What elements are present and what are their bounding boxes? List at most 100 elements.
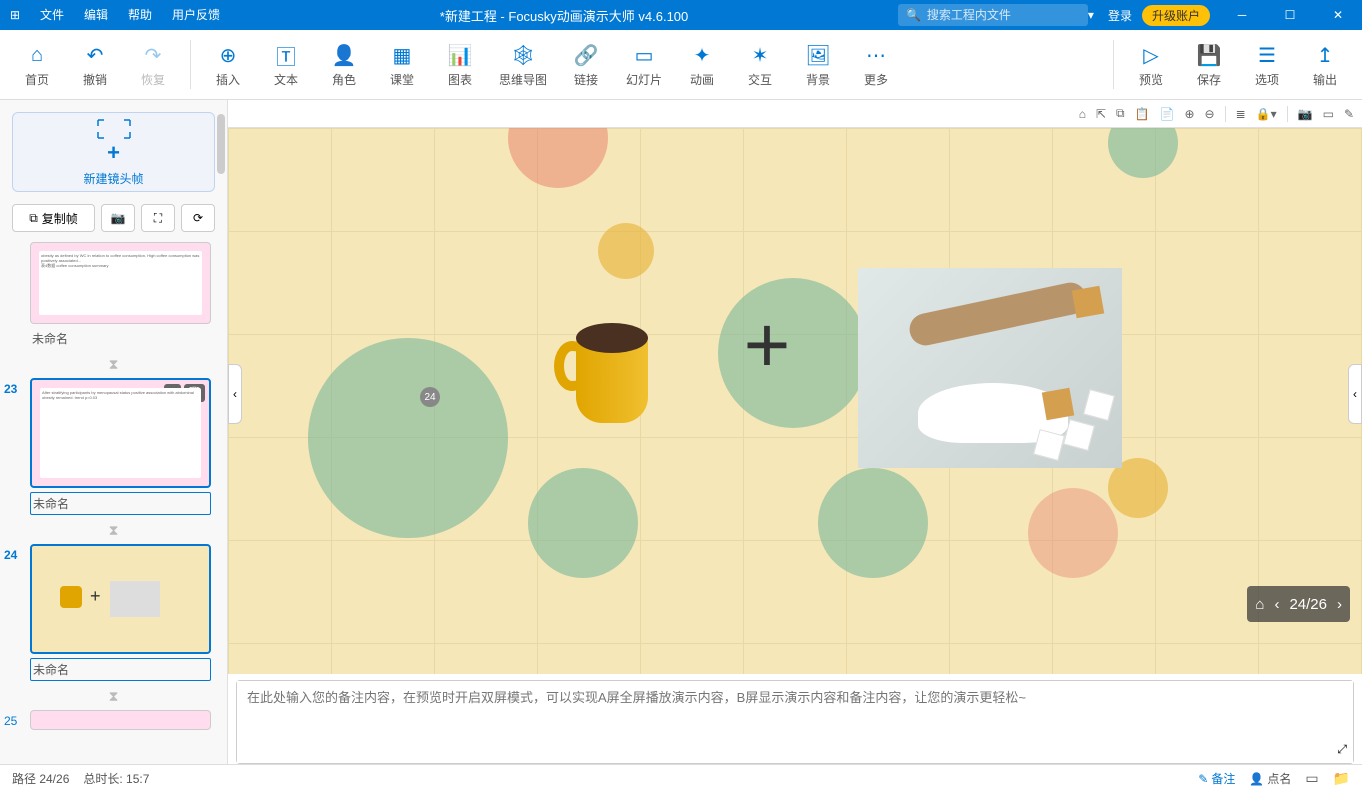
copy-frame-button[interactable]: ⧉复制帧	[12, 204, 95, 232]
tb-edit-icon[interactable]: ✎	[1344, 107, 1354, 121]
menu-help[interactable]: 帮助	[118, 0, 162, 30]
tb-home-icon[interactable]: ⌂	[1079, 107, 1086, 121]
new-frame-button[interactable]: + 新建镜头帧	[12, 112, 215, 192]
notes-input[interactable]	[237, 681, 1353, 763]
status-screen-icon[interactable]: ▭	[1305, 770, 1318, 787]
expand-icon[interactable]: ⤢	[1337, 742, 1347, 757]
upgrade-button[interactable]: 升级账户	[1142, 5, 1210, 26]
insert-icon: ⊕	[220, 41, 237, 69]
bg-icon: 🖼	[805, 41, 830, 69]
plus-icon: +	[107, 140, 120, 166]
home-button[interactable]: ⌂首页	[8, 37, 66, 92]
collapse-left-handle[interactable]: ‹	[228, 364, 242, 424]
status-duration: 总时长: 15:7	[83, 770, 149, 787]
sugar-image[interactable]	[858, 268, 1122, 468]
slide-thumb-24[interactable]: +	[30, 544, 211, 654]
nav-capsule: ⌂ ‹ 24/26 ›	[1247, 586, 1350, 622]
classroom-icon: ▦	[393, 41, 412, 69]
camera-button[interactable]: 📷	[101, 204, 135, 232]
person-icon: 👤	[1249, 772, 1264, 786]
qr-button[interactable]: ⛶	[141, 204, 175, 232]
minimize-button[interactable]: ─	[1218, 0, 1266, 30]
menu-feedback[interactable]: 用户反馈	[162, 0, 230, 30]
qr-icon: ⛶	[154, 211, 162, 226]
slide-thumb-23[interactable]: ⚙🗑After stratifying participants by meno…	[30, 378, 211, 488]
redo-button[interactable]: ↷恢复	[124, 37, 182, 92]
nav-home-icon[interactable]: ⌂	[1255, 596, 1264, 613]
transition-icon[interactable]: ⧗	[0, 685, 227, 708]
classroom-button[interactable]: ▦课堂	[373, 37, 431, 92]
frame-tag: 24	[420, 387, 440, 407]
sidebar-scrollbar[interactable]	[217, 114, 225, 174]
window-title: *新建工程 - Focusky动画演示大师 v4.6.100	[230, 6, 898, 25]
nav-prev-icon[interactable]: ‹	[1274, 596, 1279, 613]
tb-align-icon[interactable]: ≣	[1236, 107, 1246, 121]
plus-illustration[interactable]: +	[732, 310, 802, 380]
canvas-view[interactable]: + 24 ⌂ ‹ 24/26 ›	[228, 128, 1362, 674]
login-button[interactable]: 登录	[1098, 7, 1142, 24]
tb-paste-icon[interactable]: 📋	[1135, 107, 1150, 121]
text-button[interactable]: 🅃文本	[257, 37, 315, 92]
search-input[interactable]	[927, 8, 1082, 22]
insert-button[interactable]: ⊕插入	[199, 37, 257, 92]
more-button[interactable]: ⋯更多	[847, 37, 905, 92]
anim-icon: ✦	[694, 41, 711, 69]
slide-label[interactable]: 未命名	[30, 492, 211, 515]
save-button[interactable]: 💾保存	[1180, 37, 1238, 92]
save-icon: 💾	[1197, 41, 1222, 69]
close-button[interactable]: ✕	[1314, 0, 1362, 30]
transition-icon[interactable]: ⧗	[0, 519, 227, 542]
notes-panel: ⤢	[236, 680, 1354, 764]
anim-button[interactable]: ✦动画	[673, 37, 731, 92]
notes-icon: ✎	[1198, 772, 1208, 786]
frame-corners-icon	[96, 118, 132, 140]
refresh-button[interactable]: ⟳	[181, 204, 215, 232]
refresh-icon: ⟳	[193, 211, 203, 225]
slide-button[interactable]: ▭幻灯片	[615, 37, 673, 92]
preview-button[interactable]: ▷预览	[1122, 37, 1180, 92]
export-button[interactable]: ↥输出	[1296, 37, 1354, 92]
chart-button[interactable]: 📊图表	[431, 37, 489, 92]
nav-next-icon[interactable]: ›	[1337, 596, 1342, 613]
transition-icon[interactable]: ⧗	[0, 353, 227, 376]
tb-zoomout-icon[interactable]: ⊖	[1205, 107, 1215, 121]
slide-label: 未命名	[30, 328, 211, 349]
slide-thumb-25[interactable]	[30, 710, 211, 730]
link-button[interactable]: 🔗链接	[557, 37, 615, 92]
bg-button[interactable]: 🖼背景	[789, 37, 847, 92]
slide-icon: ▭	[635, 41, 654, 69]
mug-illustration[interactable]	[558, 323, 653, 423]
maximize-button[interactable]: ☐	[1266, 0, 1314, 30]
search-dropdown-icon[interactable]: ▾	[1088, 8, 1094, 22]
menu-file[interactable]: 文件	[30, 0, 74, 30]
tb-copy-icon[interactable]: ⧉	[1116, 106, 1125, 121]
role-button[interactable]: 👤角色	[315, 37, 373, 92]
options-icon: ☰	[1258, 41, 1276, 69]
undo-button[interactable]: ↶撤销	[66, 37, 124, 92]
copy-icon: ⧉	[29, 211, 38, 226]
status-notes-button[interactable]: ✎备注	[1198, 770, 1235, 787]
camera-icon: 📷	[111, 211, 126, 225]
slide-number: 23	[4, 382, 17, 396]
slide-label[interactable]: 未命名	[30, 658, 211, 681]
interact-button[interactable]: ✶交互	[731, 37, 789, 92]
options-button[interactable]: ☰选项	[1238, 37, 1296, 92]
tb-camera-icon[interactable]: 📷	[1298, 107, 1313, 121]
more-icon: ⋯	[866, 41, 886, 69]
tb-lock-icon[interactable]: 🔒▾	[1256, 107, 1277, 121]
role-icon: 👤	[332, 41, 357, 69]
tb-clip-icon[interactable]: 📄	[1160, 107, 1175, 121]
search-box[interactable]: 🔍 ▾	[898, 4, 1088, 26]
slide-thumb-22[interactable]: obesity as defined by WC in relation to …	[30, 242, 211, 324]
chevron-left-icon: ‹	[233, 387, 237, 401]
status-folder-icon[interactable]: 📁	[1333, 770, 1350, 787]
mindmap-icon: 🕸	[510, 41, 535, 69]
tb-zoomin-icon[interactable]: ⊕	[1184, 107, 1194, 121]
tb-back-icon[interactable]: ⇱	[1096, 107, 1106, 121]
tb-screen-icon[interactable]: ▭	[1323, 107, 1334, 121]
status-likes-button[interactable]: 👤点名	[1249, 770, 1291, 787]
menu-edit[interactable]: 编辑	[74, 0, 118, 30]
link-icon: 🔗	[574, 41, 599, 69]
mindmap-button[interactable]: 🕸思维导图	[489, 37, 557, 92]
collapse-right-handle[interactable]: ‹	[1348, 364, 1362, 424]
